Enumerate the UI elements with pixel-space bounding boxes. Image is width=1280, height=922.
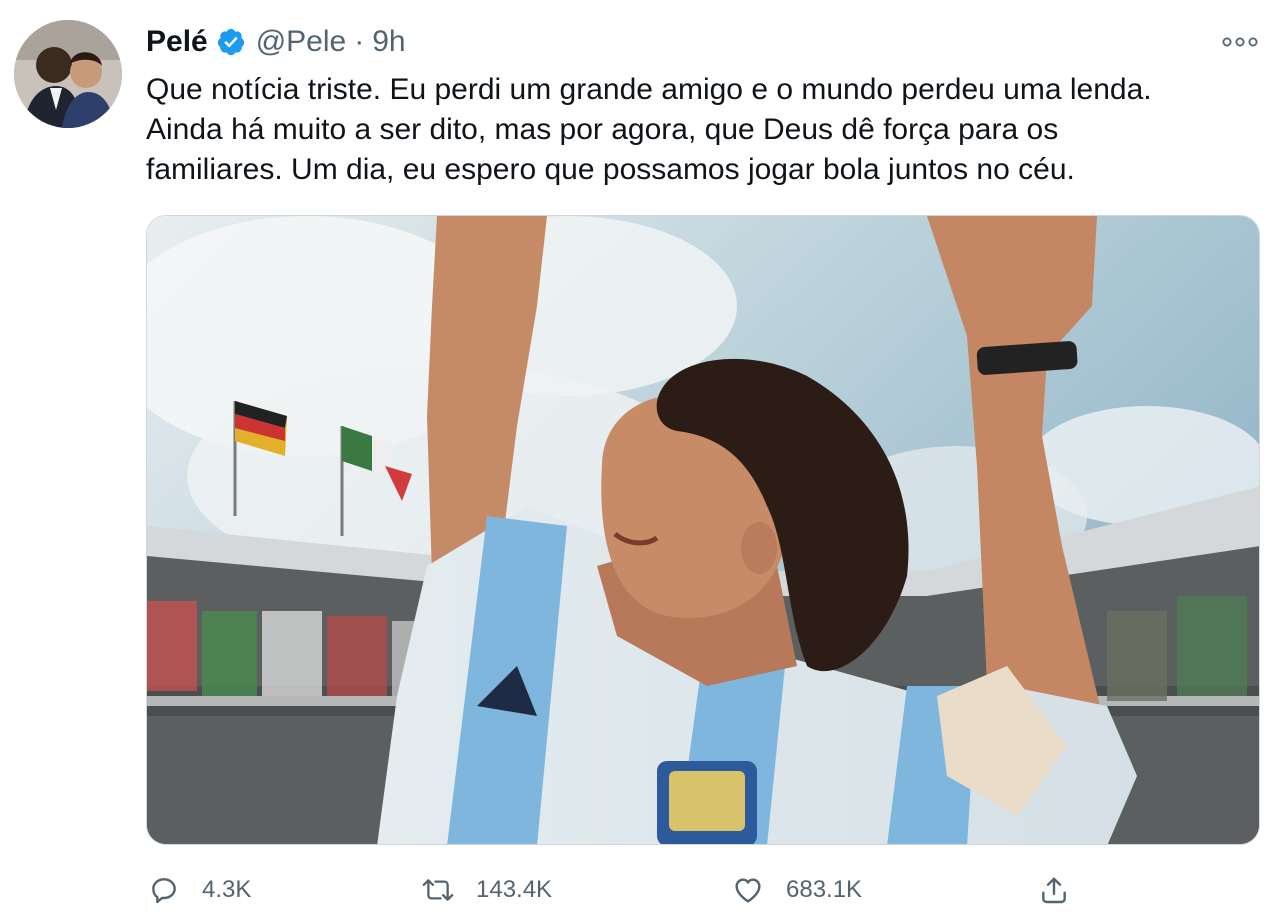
retweet-icon — [420, 872, 456, 908]
tweet-text-line: familiares. Um dia, eu espero que possam… — [146, 153, 1075, 186]
like-button[interactable]: 683.1K — [730, 866, 862, 914]
timestamp[interactable]: 9h — [372, 25, 405, 59]
author-handle[interactable]: @Pele — [256, 25, 347, 59]
tweet-text: Que notícia triste. Eu perdi um grande a… — [146, 70, 1266, 190]
retweet-button[interactable]: 143.4K — [420, 866, 552, 914]
separator-dot: · — [354, 25, 365, 58]
like-count: 683.1K — [786, 876, 863, 903]
tweet-card[interactable]: Pelé @Pele · 9h Que notícia triste. Eu p… — [0, 0, 1280, 922]
more-options-icon[interactable] — [1220, 28, 1260, 56]
author-name[interactable]: Pelé — [146, 25, 208, 59]
heart-icon — [730, 872, 766, 908]
tweet-text-line: Ainda há muito a ser dito, mas por agora… — [146, 113, 1059, 146]
tweet-actions: 4.3K 143.4K 683.1K — [146, 866, 1260, 914]
reply-icon — [146, 872, 182, 908]
tweet-header: Pelé @Pele · 9h — [146, 22, 406, 62]
retweet-count: 143.4K — [476, 876, 553, 903]
reply-count: 4.3K — [202, 876, 252, 903]
reply-button[interactable]: 4.3K — [146, 866, 251, 914]
avatar[interactable] — [14, 20, 122, 128]
tweet-photo[interactable] — [146, 215, 1260, 845]
verified-badge-icon — [216, 27, 246, 57]
tweet-text-line: Que notícia triste. Eu perdi um grande a… — [146, 73, 1152, 106]
share-button[interactable] — [1036, 866, 1072, 914]
share-icon — [1036, 872, 1072, 908]
